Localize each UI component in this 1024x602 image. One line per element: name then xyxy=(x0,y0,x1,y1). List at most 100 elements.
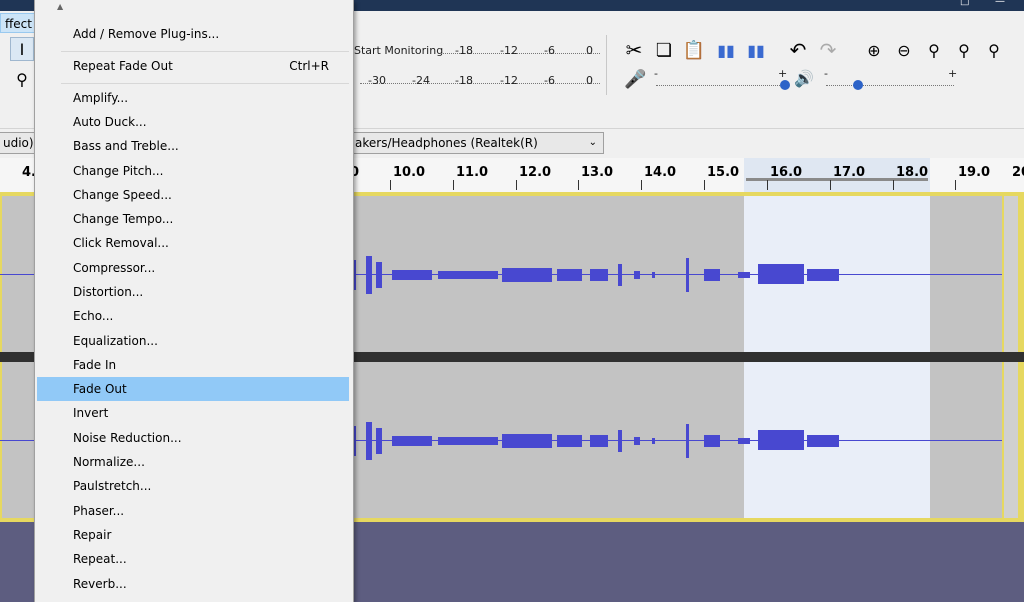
menu-item-auto-duck[interactable]: Auto Duck... xyxy=(37,110,349,134)
ruler-tick xyxy=(516,180,517,190)
menu-item-change-tempo[interactable]: Change Tempo... xyxy=(37,207,349,231)
menu-item-invert[interactable]: Invert xyxy=(37,401,349,425)
playback-volume-thumb[interactable] xyxy=(853,80,863,90)
ruler-label: 10.0 xyxy=(393,165,426,180)
menu-item-amplify[interactable]: Amplify... xyxy=(37,86,349,110)
ruler-tick xyxy=(641,180,642,190)
ruler-label: 19.0 xyxy=(958,165,991,180)
restore-icon[interactable]: □ xyxy=(960,0,969,7)
menu-item-repair[interactable]: Repair xyxy=(37,523,349,547)
play-tick: 0 xyxy=(586,74,593,87)
menu-item-click-removal[interactable]: Click Removal... xyxy=(37,231,349,255)
playback-meter[interactable] xyxy=(360,83,600,84)
clipboard-icon: 📋 xyxy=(682,39,706,61)
menu-item-label: Add / Remove Plug-ins... xyxy=(73,27,220,41)
scissors-icon: ✂ xyxy=(625,38,643,62)
menu-item-change-speed[interactable]: Change Speed... xyxy=(37,183,349,207)
menu-item-repeat-fade-out[interactable]: Repeat Fade Out Ctrl+R xyxy=(37,54,349,78)
play-tick: -6 xyxy=(544,74,555,87)
menu-scroll-up-icon[interactable]: ▲ xyxy=(57,2,63,11)
menu-item-echo[interactable]: Echo... xyxy=(37,304,349,328)
menu-item-distortion[interactable]: Distortion... xyxy=(37,280,349,304)
playback-volume-slider[interactable] xyxy=(826,85,954,86)
cut-button[interactable]: ✂ xyxy=(622,38,646,62)
ruler-label: 17.0 xyxy=(833,165,866,180)
close-icon[interactable]: — xyxy=(995,0,1005,7)
play-slider-max: + xyxy=(948,67,958,80)
menu-item-paulstretch[interactable]: Paulstretch... xyxy=(37,474,349,498)
fit-selection-button[interactable]: ⚲ xyxy=(922,38,946,62)
menu-item-label: Change Tempo... xyxy=(73,212,174,226)
ruler-label: 18.0 xyxy=(896,165,929,180)
menu-item-label: Auto Duck... xyxy=(73,115,147,129)
menu-item-noise-reduction[interactable]: Noise Reduction... xyxy=(37,426,349,450)
record-slider-max: + xyxy=(778,67,788,80)
output-device-combo[interactable]: akers/Headphones (Realtek(R) ⌄ xyxy=(350,132,604,154)
menu-effect[interactable]: ffect xyxy=(0,13,37,33)
toolbar-divider xyxy=(606,35,607,95)
start-monitoring-label[interactable]: Start Monitoring xyxy=(354,44,443,57)
trim-button[interactable]: ▮▮ xyxy=(714,38,738,62)
fit-selection-icon: ⚲ xyxy=(928,40,940,60)
menu-separator xyxy=(61,51,349,52)
track-vscroll[interactable] xyxy=(1004,362,1018,518)
selection-tool-button[interactable]: I xyxy=(10,37,34,61)
ruler-tick xyxy=(704,180,705,190)
zoom-toggle-button[interactable]: ⚲ xyxy=(982,38,1006,62)
audio-host-combo[interactable]: udio) xyxy=(0,132,38,154)
record-volume-slider[interactable] xyxy=(656,85,784,86)
ruler-label: 11.0 xyxy=(456,165,489,180)
ruler-tick xyxy=(390,180,391,190)
menu-item-label: Reverb... xyxy=(73,577,127,591)
menu-item-label: Fade Out xyxy=(73,382,127,396)
menu-item-label: Distortion... xyxy=(73,285,144,299)
menu-item-label: Echo... xyxy=(73,309,114,323)
silence-audio-icon: ▮▮ xyxy=(747,40,765,60)
ruler-tick xyxy=(453,180,454,190)
menu-item-phaser[interactable]: Phaser... xyxy=(37,499,349,523)
zoom-out-icon: ⊖ xyxy=(897,40,911,60)
zoom-tool-button[interactable]: ⚲ xyxy=(10,67,34,91)
menu-item-fade-out[interactable]: Fade Out xyxy=(37,377,349,401)
silence-button[interactable]: ▮▮ xyxy=(744,38,768,62)
menu-item-fade-in[interactable]: Fade In xyxy=(37,353,349,377)
menu-item-repeat[interactable]: Repeat... xyxy=(37,547,349,571)
chevron-down-icon: ⌄ xyxy=(588,137,597,148)
menu-item-bass-and-treble[interactable]: Bass and Treble... xyxy=(37,134,349,158)
copy-button[interactable]: ❏ xyxy=(652,38,676,62)
ruler-label: 16.0 xyxy=(770,165,803,180)
track-vscroll[interactable] xyxy=(1004,196,1018,352)
menu-item-label: Fade In xyxy=(73,358,117,372)
paste-button[interactable]: 📋 xyxy=(682,38,706,62)
redo-button[interactable]: ↷ xyxy=(816,38,840,62)
menu-item-reverb[interactable]: Reverb... xyxy=(37,572,349,596)
fit-project-button[interactable]: ⚲ xyxy=(952,38,976,62)
play-tick: -18 xyxy=(455,74,473,87)
speaker-icon: 🔊 xyxy=(794,69,814,88)
waveform-left xyxy=(352,256,839,294)
record-tick: -6 xyxy=(544,44,555,57)
record-tick: -12 xyxy=(500,44,518,57)
menu-item-label: Invert xyxy=(73,406,109,420)
undo-button[interactable]: ↶ xyxy=(786,38,810,62)
menu-item-add-remove-plugins[interactable]: Add / Remove Plug-ins... xyxy=(37,22,349,46)
menu-item-normalize[interactable]: Normalize... xyxy=(37,450,349,474)
menu-item-label: Repeat... xyxy=(73,552,127,566)
ruler-label: 14.0 xyxy=(644,165,677,180)
ruler-tick xyxy=(893,180,894,190)
play-slider-min: - xyxy=(824,67,828,80)
zoom-in-button[interactable]: ⊕ xyxy=(862,38,886,62)
record-slider-min: - xyxy=(654,67,658,80)
redo-icon: ↷ xyxy=(819,38,837,62)
record-tick: 0 xyxy=(586,44,593,57)
ruler-label: 20 xyxy=(1012,165,1024,180)
zoom-out-button[interactable]: ⊖ xyxy=(892,38,916,62)
menu-item-change-pitch[interactable]: Change Pitch... xyxy=(37,159,349,183)
ruler-label: 12.0 xyxy=(519,165,552,180)
ruler-label: 13.0 xyxy=(581,165,614,180)
effect-menu: ▲ Add / Remove Plug-ins... Repeat Fade O… xyxy=(34,0,354,602)
menu-item-equalization[interactable]: Equalization... xyxy=(37,329,349,353)
trim-audio-icon: ▮▮ xyxy=(717,40,735,60)
menu-item-compressor[interactable]: Compressor... xyxy=(37,256,349,280)
record-volume-thumb[interactable] xyxy=(780,80,790,90)
